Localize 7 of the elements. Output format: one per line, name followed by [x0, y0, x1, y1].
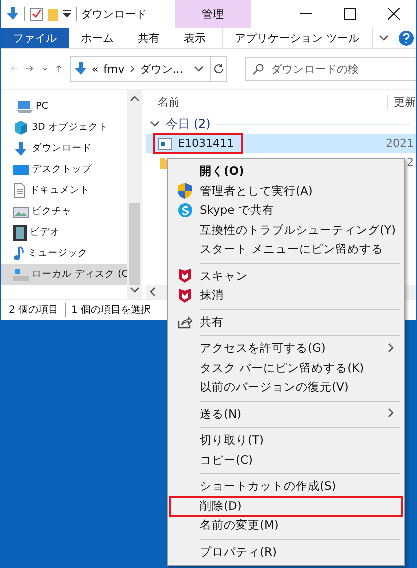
modified-date: 2: [407, 156, 415, 169]
file-name: E1031411: [178, 137, 234, 150]
status-text: 2 個の項目: [9, 304, 59, 317]
context-group-label: 管理: [202, 6, 224, 22]
modified-date: 2021: [386, 137, 415, 150]
window-title: ダウンロード: [81, 6, 147, 22]
status-text: 1 個の項目を選択: [72, 304, 152, 317]
